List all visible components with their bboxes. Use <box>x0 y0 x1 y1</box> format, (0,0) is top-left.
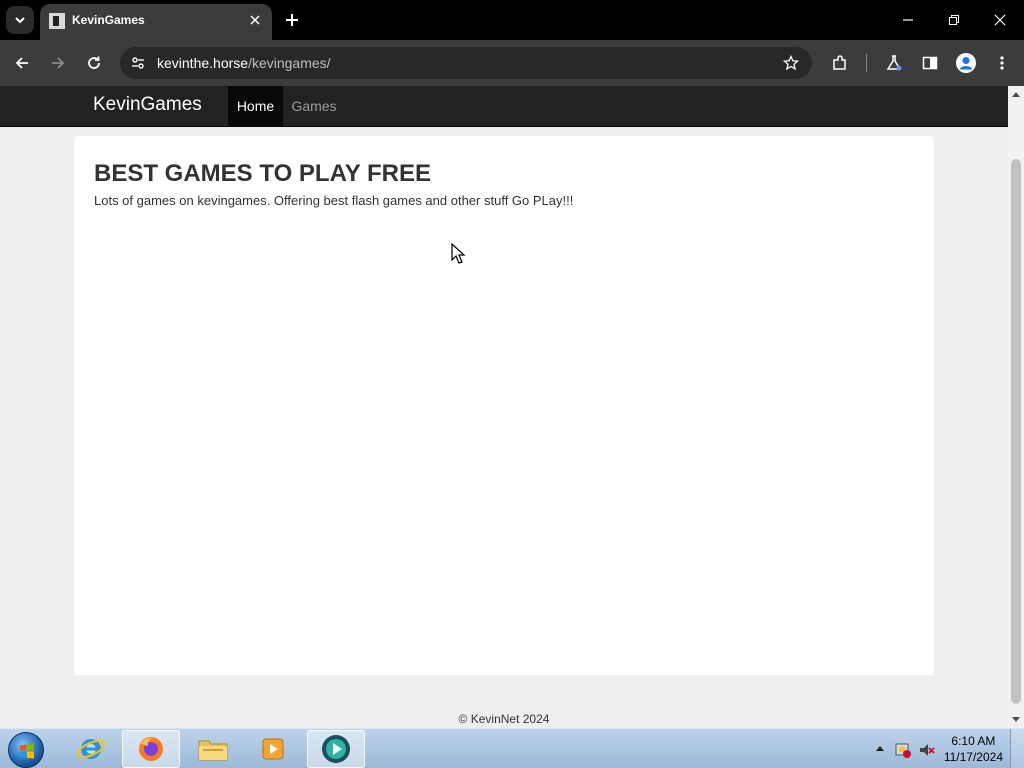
clock[interactable]: 6:10 AM 11/17/2024 <box>944 733 1003 765</box>
arrow-left-icon <box>15 57 28 69</box>
bookmark-button[interactable] <box>780 52 802 74</box>
side-panel-button[interactable] <box>918 51 942 75</box>
restore-icon <box>949 15 959 25</box>
arrow-right-icon <box>52 57 65 69</box>
page-tagline: Lots of games on kevingames. Offering be… <box>94 193 574 208</box>
extensions-button[interactable] <box>828 51 852 75</box>
back-button[interactable] <box>10 51 34 75</box>
taskbar-active-browser[interactable] <box>307 730 365 768</box>
tab-strip: KevinGames <box>0 0 1024 40</box>
close-icon <box>250 15 260 25</box>
close-icon <box>994 14 1006 26</box>
scroll-up-arrow[interactable] <box>1012 92 1020 97</box>
taskbar-media-player[interactable] <box>244 730 302 768</box>
mouse-cursor-icon <box>451 243 466 264</box>
page-scrollbar[interactable] <box>1008 86 1024 728</box>
reload-button[interactable] <box>82 51 106 75</box>
site-navbar: KevinGames Home Games <box>0 86 1008 127</box>
system-tray: 6:10 AM 11/17/2024 <box>864 729 1024 768</box>
tab-title: KevinGames <box>72 13 145 27</box>
windows-logo-icon <box>20 743 34 759</box>
windows-taskbar: 6:10 AM 11/17/2024 <box>0 728 1024 768</box>
close-window-button[interactable] <box>988 8 1012 32</box>
close-tab-button[interactable] <box>246 11 264 29</box>
restore-button[interactable] <box>942 8 966 32</box>
firefox-icon <box>139 737 163 761</box>
tab-search-button[interactable] <box>6 6 34 34</box>
folder-icon <box>198 740 228 761</box>
media-player-icon <box>262 738 284 760</box>
taskbar-file-explorer[interactable] <box>184 730 242 768</box>
minimize-button[interactable] <box>896 8 920 32</box>
browser-app-icon <box>322 735 350 763</box>
star-icon <box>783 55 799 71</box>
clock-time: 6:10 AM <box>951 734 996 748</box>
nav-home-link[interactable]: Home <box>228 86 283 126</box>
content-panel: BEST GAMES TO PLAY FREE Lots of games on… <box>74 136 934 675</box>
favicon-icon <box>49 13 65 29</box>
chevron-up-icon[interactable] <box>876 745 884 751</box>
start-button[interactable] <box>8 732 44 768</box>
puzzle-icon <box>833 55 846 70</box>
taskbar-internet-explorer[interactable] <box>62 730 120 768</box>
url-path: /kevingames/ <box>248 55 331 71</box>
profile-button[interactable] <box>954 51 978 75</box>
scroll-down-arrow[interactable] <box>1012 717 1020 722</box>
clock-date: 11/17/2024 <box>943 750 1003 764</box>
nav-games-link[interactable]: Games <box>283 86 345 126</box>
url-text: kevinthe.horse/kevingames/ <box>157 55 331 71</box>
action-center-flag-icon[interactable] <box>894 741 912 759</box>
url-host: kevinthe.horse <box>157 55 249 71</box>
scrollbar-thumb[interactable] <box>1011 159 1021 704</box>
toolbar-divider <box>866 54 867 72</box>
site-info-button[interactable] <box>128 53 148 73</box>
forward-button[interactable] <box>46 51 70 75</box>
more-vert-icon <box>1000 56 1004 70</box>
labs-button[interactable] <box>882 51 906 75</box>
browser-tab[interactable]: KevinGames <box>40 4 272 40</box>
new-tab-button[interactable] <box>282 10 302 30</box>
plus-icon <box>286 14 298 26</box>
taskbar-firefox[interactable] <box>122 730 180 768</box>
reload-icon <box>88 56 100 69</box>
page-viewport: KevinGames Home Games BEST GAMES TO PLAY… <box>0 86 1008 728</box>
show-desktop-button[interactable] <box>1010 729 1024 768</box>
tune-icon <box>132 57 144 69</box>
browser-toolbar: kevinthe.horse/kevingames/ <box>0 40 1024 86</box>
flask-icon <box>886 55 902 71</box>
minimize-icon <box>903 19 913 21</box>
avatar-icon <box>956 53 976 73</box>
site-brand[interactable]: KevinGames <box>93 94 202 116</box>
volume-muted-icon[interactable] <box>918 741 936 759</box>
address-bar[interactable]: kevinthe.horse/kevingames/ <box>120 47 812 79</box>
chevron-down-icon <box>15 17 25 24</box>
menu-button[interactable] <box>990 51 1014 75</box>
page-headline: BEST GAMES TO PLAY FREE <box>94 160 431 187</box>
site-footer: © KevinNet 2024 <box>458 712 550 726</box>
side-panel-icon <box>922 56 938 70</box>
internet-explorer-icon <box>77 739 105 759</box>
